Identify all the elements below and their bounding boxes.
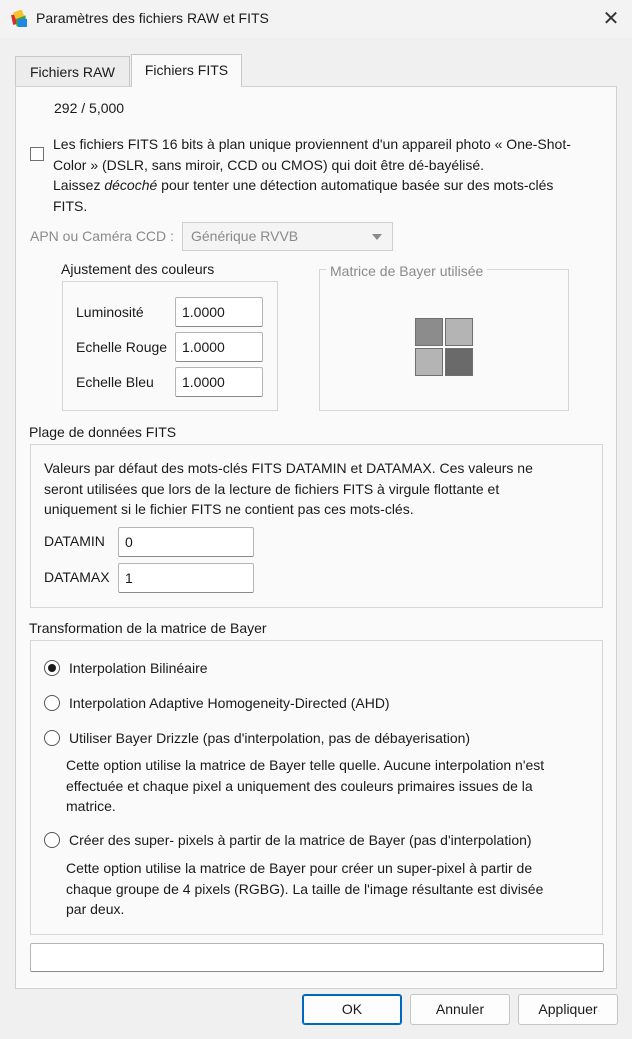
- radio-bayer-drizzle-label[interactable]: Utiliser Bayer Drizzle (pas d'interpolat…: [69, 730, 470, 746]
- datamin-label: DATAMIN: [44, 533, 105, 549]
- blue-scale-input[interactable]: 1.0000: [175, 367, 263, 397]
- brightness-label: Luminosité: [76, 304, 144, 320]
- radio-super-pixel-label[interactable]: Créer des super- pixels à partir de la m…: [69, 832, 532, 848]
- datamin-input[interactable]: 0: [118, 527, 254, 557]
- cancel-button[interactable]: Annuler: [410, 994, 510, 1025]
- status-field[interactable]: [30, 943, 604, 972]
- fits-range-description: Valeurs par défaut des mots-clés FITS DA…: [44, 460, 533, 517]
- fits-range-title: Plage de données FITS: [29, 424, 177, 440]
- radio-bilinear-label[interactable]: Interpolation Bilinéaire: [69, 660, 208, 676]
- chevron-down-icon: [372, 234, 382, 240]
- ok-button[interactable]: OK: [302, 994, 402, 1025]
- bayer-drizzle-description: Cette option utilise la matrice de Bayer…: [66, 757, 545, 814]
- camera-label: APN ou Caméra CCD :: [30, 228, 174, 244]
- radio-ahd-label[interactable]: Interpolation Adaptive Homogeneity-Direc…: [69, 695, 390, 711]
- brightness-input[interactable]: 1.0000: [175, 297, 263, 327]
- color-adjust-title: Ajustement des couleurs: [61, 261, 215, 277]
- datamax-input[interactable]: 1: [118, 563, 254, 593]
- bayer-matrix-title: Matrice de Bayer utilisée: [326, 263, 488, 279]
- radio-ahd[interactable]: [44, 695, 60, 711]
- bayer-cell: [415, 348, 443, 376]
- apply-button[interactable]: Appliquer: [518, 994, 618, 1025]
- bayer-transform-title: Transformation de la matrice de Bayer: [29, 620, 267, 636]
- progress-counter: 292 / 5,000: [54, 100, 125, 116]
- super-pixel-description: Cette option utilise la matrice de Bayer…: [66, 860, 544, 917]
- radio-bilinear[interactable]: [44, 660, 60, 676]
- bayer-cell: [445, 348, 473, 376]
- osc-checkbox-label[interactable]: Les fichiers FITS 16 bits à plan unique …: [53, 134, 613, 216]
- radio-bayer-drizzle[interactable]: [44, 730, 60, 746]
- osc-checkbox[interactable]: [30, 147, 44, 161]
- red-scale-input[interactable]: 1.0000: [175, 332, 263, 362]
- bayer-cell: [445, 318, 473, 346]
- radio-super-pixel[interactable]: [44, 832, 60, 848]
- blue-scale-label: Echelle Bleu: [76, 374, 154, 390]
- bayer-cell: [415, 318, 443, 346]
- bayer-matrix-preview: [415, 318, 475, 378]
- datamax-label: DATAMAX: [44, 569, 110, 585]
- camera-select[interactable]: Générique RVVB: [182, 222, 393, 251]
- red-scale-label: Echelle Rouge: [76, 339, 168, 355]
